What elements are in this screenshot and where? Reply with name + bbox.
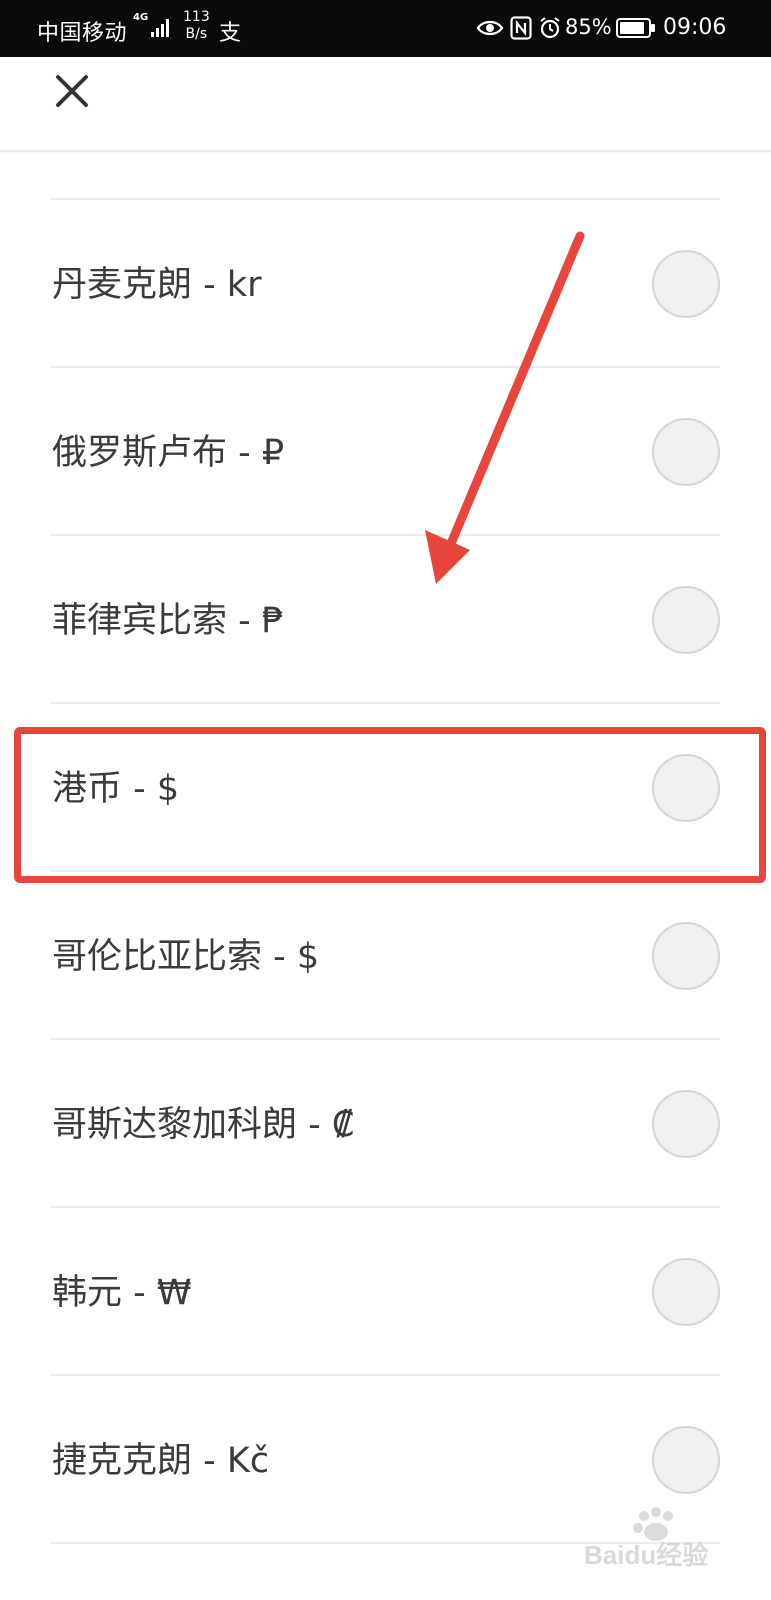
currency-label: 捷克克朗 - Kč	[52, 1441, 270, 1481]
currency-label: 俄罗斯卢布 - ₽	[52, 433, 285, 473]
radio-button[interactable]	[652, 250, 720, 318]
currency-label: 港币 - $	[52, 769, 180, 809]
carrier-name: 中国移动	[37, 21, 128, 46]
radio-button[interactable]	[652, 1090, 720, 1158]
network-type: 4G	[133, 12, 149, 23]
watermark-text: Baidu经验	[584, 1540, 708, 1570]
close-icon	[56, 75, 88, 107]
eye-icon	[476, 20, 504, 36]
currency-selection-screen: 中国移动 4G 113 B/s 支 85% 09:06 丹麦克朗 - kr 俄罗…	[0, 0, 771, 1600]
radio-button[interactable]	[652, 1258, 720, 1326]
network-speed: 113 B/s	[183, 9, 210, 43]
currency-label: 菲律宾比索 - ₱	[52, 601, 285, 641]
battery-percent: 85%	[565, 15, 612, 39]
signal-icon	[151, 19, 169, 37]
alarm-icon	[540, 17, 560, 39]
radio-button[interactable]	[652, 922, 720, 990]
list-item[interactable]: 韩元 - ₩	[0, 1208, 771, 1376]
nfc-icon	[510, 16, 532, 40]
list-item[interactable]: 丹麦克朗 - kr	[0, 200, 771, 368]
payment-notification-icon: 支	[219, 21, 242, 46]
list-item[interactable]: 俄罗斯卢布 - ₽	[0, 368, 771, 536]
header-bar	[0, 57, 771, 152]
clock: 09:06	[663, 15, 727, 40]
currency-label: 韩元 - ₩	[52, 1273, 192, 1313]
currency-label: 哥斯达黎加科朗 - ₡	[52, 1105, 355, 1145]
currency-label: 丹麦克朗 - kr	[52, 265, 262, 305]
currency-label: 哥伦比亚比索 - $	[52, 937, 320, 977]
list-item[interactable]: 哥斯达黎加科朗 - ₡	[0, 1040, 771, 1208]
close-button[interactable]	[48, 67, 98, 117]
list-item[interactable]: 捷克克朗 - Kč	[0, 1376, 771, 1544]
speed-value: 113	[183, 9, 210, 25]
list-item[interactable]: 哥伦比亚比索 - $	[0, 872, 771, 1040]
status-bar: 中国移动 4G 113 B/s 支 85% 09:06	[0, 0, 771, 57]
speed-unit: B/s	[185, 26, 208, 42]
battery-icon	[616, 18, 655, 38]
divider	[51, 1542, 720, 1544]
radio-button[interactable]	[652, 418, 720, 486]
radio-button[interactable]	[652, 586, 720, 654]
list-item[interactable]: 港币 - $	[0, 704, 771, 872]
radio-button[interactable]	[652, 754, 720, 822]
list-item[interactable]: 菲律宾比索 - ₱	[0, 536, 771, 704]
radio-button[interactable]	[652, 1426, 720, 1494]
